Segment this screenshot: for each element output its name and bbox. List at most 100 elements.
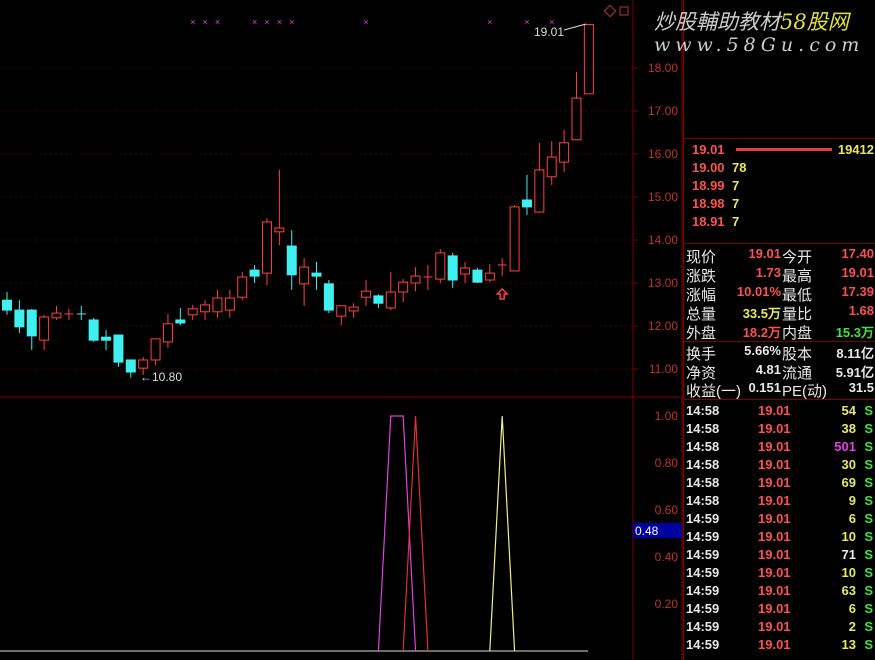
maximize-icon[interactable] [603, 4, 617, 18]
stat-label: 涨幅 [686, 287, 717, 304]
stat-value: 15.3万 [835, 325, 874, 340]
price-tick-label: 18.00 [648, 61, 678, 75]
tick-side: S [864, 529, 873, 544]
signal-mark-icon: × [363, 17, 368, 27]
candle [200, 300, 211, 320]
signal-mark-icon: × [264, 17, 269, 27]
candle [125, 359, 136, 378]
tick-side: S [864, 457, 873, 472]
kline-chart[interactable]: 18.00 17.00 16.00 15.00 14.00 13.00 12.00 11.00… [0, 0, 683, 660]
candle [373, 294, 384, 308]
candle [472, 267, 483, 283]
tick-time: 14:58 [686, 475, 720, 490]
tick-side: S [864, 583, 873, 598]
candle [410, 267, 421, 292]
volume-bar [736, 148, 832, 151]
tick-side: S [864, 493, 873, 508]
candle [571, 71, 582, 141]
candle [26, 308, 37, 351]
indicator-tick-label: 0.80 [655, 456, 679, 470]
tick-row: 14:58 19.01 54 S [684, 403, 875, 421]
stat-label: 涨跌 [686, 268, 717, 285]
bid-row: 18.99 7 [684, 178, 875, 196]
watermark-line1: 炒股輔助教材58股网 [654, 10, 849, 34]
candle [14, 300, 25, 333]
signal-mark-icon: × [289, 17, 294, 27]
tick-price: 19.01 [758, 493, 791, 508]
watermark-line2: www.58Gu.com [654, 34, 865, 56]
tick-volume: 71 [841, 547, 856, 562]
stat-value: 8.11亿 [836, 346, 874, 361]
signal-mark-icon: × [202, 17, 207, 27]
window-icon[interactable] [619, 6, 629, 16]
price-tick-label: 11.00 [649, 362, 678, 376]
candle [274, 169, 285, 246]
candle [101, 329, 112, 351]
tick-row: 14:59 19.01 10 S [684, 529, 875, 547]
bid-price: 19.01 [692, 142, 725, 157]
stat-label: 收益(一) [686, 383, 741, 400]
candle [88, 317, 99, 342]
tick-price: 19.01 [758, 439, 791, 454]
tick-side: S [864, 475, 873, 490]
candle [521, 175, 532, 216]
tick-volume: 54 [841, 403, 856, 418]
tick-volume: 501 [834, 439, 856, 454]
bid-volume: 7 [732, 214, 740, 229]
stat-value: 10.01% [736, 284, 781, 299]
indicator-line-yellow [489, 415, 516, 652]
candle [224, 289, 235, 318]
candle [175, 307, 186, 326]
signal-mark-icon: × [190, 17, 195, 27]
stat-label: 总量 [686, 306, 717, 323]
tick-side: S [864, 547, 873, 562]
tick-side: S [864, 511, 873, 526]
candle [546, 141, 557, 185]
stat-value: 33.5万 [742, 306, 781, 321]
tick-price: 19.01 [758, 403, 791, 418]
buy-arrow-icon [495, 287, 510, 300]
tick-volume: 63 [841, 583, 856, 598]
tick-time: 14:59 [686, 529, 720, 544]
candle [484, 264, 495, 283]
quote-panel: 炒股輔助教材58股网 www.58Gu.com 19.01 19412 19.00 7… [654, 0, 875, 660]
candle [76, 305, 86, 320]
bid-row: 18.91 7 [684, 214, 875, 232]
stat-label: 内盘 [782, 325, 813, 342]
fundamental-row: 换手 5.66% 股本 8.11亿 [684, 343, 875, 363]
candle [385, 271, 396, 311]
tick-time: 14:59 [686, 547, 720, 562]
fundamental-row: 收益(一) 0.151 PE(动) 31.5 [684, 380, 875, 400]
price-tick-label: 16.00 [648, 147, 678, 161]
indicator-tick-label: 0.40 [655, 550, 679, 564]
tick-side: S [864, 421, 873, 436]
candle [323, 279, 334, 314]
indicator-tick-label: 0.20 [655, 597, 679, 611]
quote-row: 涨幅 10.01% 最低 17.39 [684, 284, 875, 304]
tick-volume: 2 [848, 619, 856, 634]
indicator-line-red [402, 415, 429, 652]
tick-volume: 10 [841, 529, 856, 544]
indicator-tick-label: 1.00 [655, 409, 679, 423]
quote-row: 现价 19.01 今开 17.40 [684, 246, 875, 266]
tick-price: 19.01 [758, 601, 791, 616]
candle [348, 303, 359, 318]
stat-value: 5.66% [744, 343, 781, 358]
tick-price: 19.01 [758, 637, 791, 652]
stat-value: 19.01 [748, 246, 781, 261]
tick-time: 14:58 [686, 493, 720, 508]
tick-side: S [864, 637, 873, 652]
stat-label: 最低 [782, 287, 813, 304]
bid-price: 18.98 [692, 196, 725, 211]
tick-time: 14:58 [686, 403, 720, 418]
stat-label: 现价 [686, 249, 717, 266]
tick-row: 14:58 19.01 30 S [684, 457, 875, 475]
candle [261, 218, 272, 286]
stat-label: 量比 [782, 306, 813, 323]
tick-time: 14:58 [686, 421, 720, 436]
tick-volume: 30 [841, 457, 856, 472]
stat-value: 31.5 [848, 380, 874, 395]
signal-mark-icon: × [487, 17, 492, 27]
candle [299, 258, 310, 306]
tick-row: 14:59 19.01 2 S [684, 619, 875, 637]
